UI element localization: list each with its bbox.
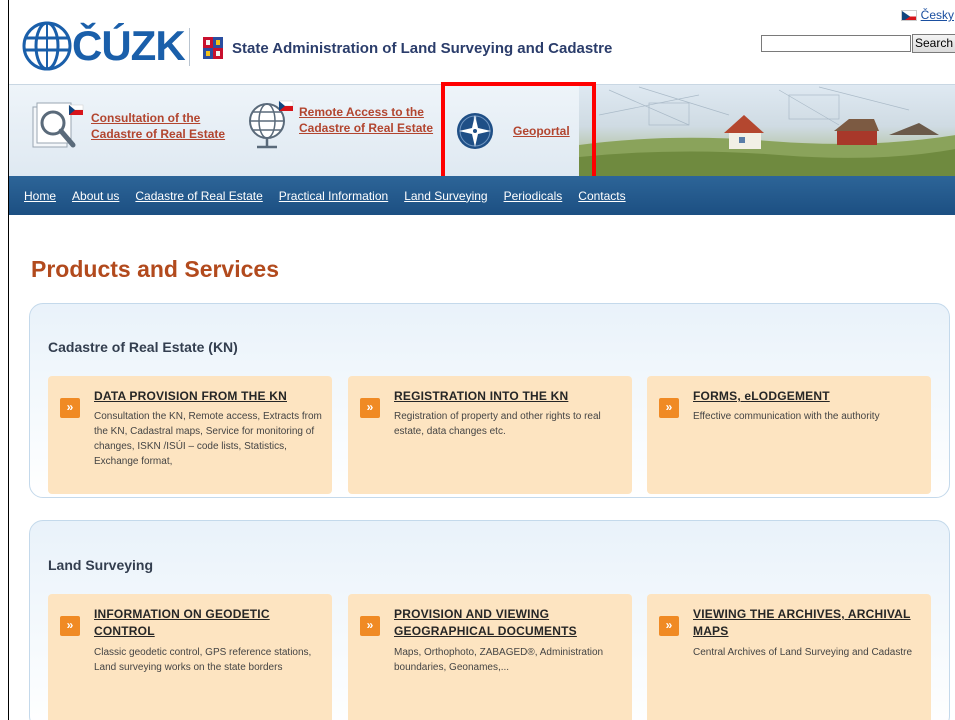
card-title[interactable]: INFORMATION ON GEODETIC CONTROL <box>94 606 326 640</box>
remote-access-link-line1[interactable]: Remote Access to the <box>299 104 433 120</box>
globe-logo-icon <box>22 21 72 71</box>
nav-cadastre[interactable]: Cadastre of Real Estate <box>135 189 262 203</box>
card-title[interactable]: PROVISION AND VIEWING GEOGRAPHICAL DOCUM… <box>394 606 626 640</box>
logo-divider <box>189 28 190 66</box>
cuzk-logo[interactable]: ČÚZK <box>20 20 186 72</box>
double-chevron-icon: » <box>360 398 380 418</box>
highlight-box <box>441 82 596 184</box>
card-forms-elodgement[interactable]: » FORMS, eLODGEMENT Effective communicat… <box>647 376 931 494</box>
page-title: Products and Services <box>31 256 279 282</box>
section-land-surveying: Land Surveying » INFORMATION ON GEODETIC… <box>29 520 950 720</box>
card-geographical-documents[interactable]: » PROVISION AND VIEWING GEOGRAPHICAL DOC… <box>348 594 632 720</box>
card-title[interactable]: FORMS, eLODGEMENT <box>693 388 925 405</box>
nav-home[interactable]: Home <box>24 189 56 203</box>
magnifier-icon <box>32 102 84 148</box>
coat-of-arms-icon <box>203 37 223 59</box>
nav-contacts[interactable]: Contacts <box>578 189 625 203</box>
language-link[interactable]: Česky <box>921 8 954 22</box>
nav-land-surveying[interactable]: Land Surveying <box>404 189 487 203</box>
section-title: Cadastre of Real Estate (KN) <box>48 339 238 355</box>
remote-access-link-line2[interactable]: Cadastre of Real Estate <box>299 120 433 136</box>
double-chevron-icon: » <box>659 398 679 418</box>
consultation-link-line1[interactable]: Consultation of the <box>91 110 225 126</box>
card-geodetic-control[interactable]: » INFORMATION ON GEODETIC CONTROL Classi… <box>48 594 332 720</box>
search-input[interactable] <box>761 35 911 52</box>
consultation-link-line2[interactable]: Cadastre of Real Estate <box>91 126 225 142</box>
card-description: Maps, Orthophoto, ZABAGED®, Administrati… <box>394 647 604 673</box>
site-header: ČÚZK State Administration of Land Survey… <box>9 0 955 84</box>
card-title[interactable]: DATA PROVISION FROM THE KN <box>94 388 326 405</box>
double-chevron-icon: » <box>360 616 380 636</box>
card-description: Registration of property and other right… <box>394 411 601 437</box>
search-button[interactable]: Search <box>912 34 955 53</box>
main-nav: Home About us Cadastre of Real Estate Pr… <box>9 176 955 215</box>
card-archives[interactable]: » VIEWING THE ARCHIVES, ARCHIVAL MAPS Ce… <box>647 594 931 720</box>
card-title[interactable]: VIEWING THE ARCHIVES, ARCHIVAL MAPS <box>693 606 925 640</box>
banner-item-consultation[interactable]: Consultation of the Cadastre of Real Est… <box>29 101 225 151</box>
browser-page: ČÚZK State Administration of Land Survey… <box>8 0 955 720</box>
card-description: Effective communication with the authori… <box>693 411 880 422</box>
section-cadastre: Cadastre of Real Estate (KN) » DATA PROV… <box>29 303 950 498</box>
site-title: State Administration of Land Surveying a… <box>232 40 613 57</box>
globe-icon <box>249 100 294 149</box>
nav-periodicals[interactable]: Periodicals <box>504 189 563 203</box>
card-registration[interactable]: » REGISTRATION INTO THE KN Registration … <box>348 376 632 494</box>
nav-about-us[interactable]: About us <box>72 189 119 203</box>
nav-practical-information[interactable]: Practical Information <box>279 189 388 203</box>
double-chevron-icon: » <box>60 616 80 636</box>
landscape-photo <box>579 85 955 177</box>
card-title[interactable]: REGISTRATION INTO THE KN <box>394 388 626 405</box>
logo-text: ČÚZK <box>72 22 186 69</box>
card-description: Classic geodetic control, GPS reference … <box>94 647 312 673</box>
card-description: Consultation the KN, Remote access, Extr… <box>94 411 322 467</box>
card-data-provision[interactable]: » DATA PROVISION FROM THE KN Consultatio… <box>48 376 332 494</box>
section-title: Land Surveying <box>48 557 154 573</box>
double-chevron-icon: » <box>60 398 80 418</box>
card-description: Central Archives of Land Surveying and C… <box>693 647 913 658</box>
banner-item-remote-access[interactable]: Remote Access to the Cadastre of Real Es… <box>245 99 433 151</box>
language-switch[interactable]: Česky <box>900 8 954 22</box>
double-chevron-icon: » <box>659 616 679 636</box>
czech-flag-icon <box>900 9 917 21</box>
